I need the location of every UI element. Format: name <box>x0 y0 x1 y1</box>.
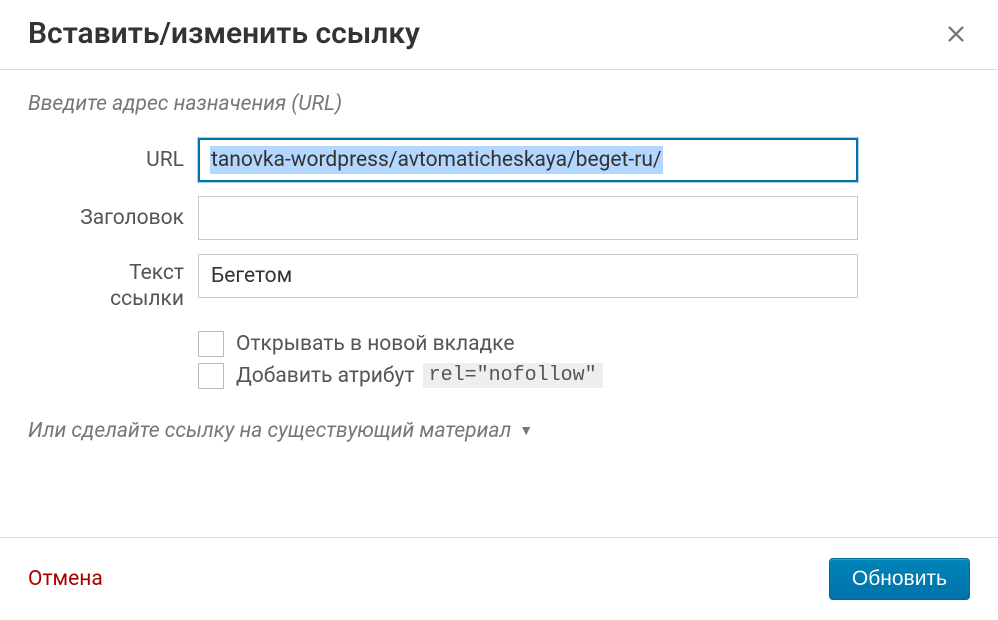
url-label: URL <box>28 147 198 173</box>
nofollow-label[interactable]: Добавить атрибут rel="nofollow" <box>236 363 603 388</box>
existing-content-toggle[interactable]: Или сделайте ссылку на существующий мате… <box>28 419 970 443</box>
nofollow-label-text: Добавить атрибут <box>236 364 415 388</box>
link-text-input[interactable] <box>198 254 858 298</box>
close-button[interactable] <box>942 20 970 48</box>
title-input[interactable] <box>198 196 858 240</box>
insert-link-dialog: Вставить/изменить ссылку Введите адрес н… <box>0 0 998 620</box>
checkbox-area: Открывать в новой вкладке Добавить атриб… <box>28 331 970 389</box>
section-label: Введите адрес назначения (URL) <box>28 92 970 116</box>
nofollow-code: rel="nofollow" <box>423 363 603 388</box>
close-icon <box>945 23 967 45</box>
chevron-down-icon: ▼ <box>519 422 533 439</box>
checkbox-row-nofollow: Добавить атрибут rel="nofollow" <box>198 363 970 389</box>
url-input-wrapper: tanovka-wordpress/avtomaticheskaya/beget… <box>198 138 858 182</box>
dialog-title: Вставить/изменить ссылку <box>28 16 420 51</box>
submit-button[interactable]: Обновить <box>829 558 970 600</box>
dialog-footer: Отмена Обновить <box>0 537 998 620</box>
checkbox-row-new-tab: Открывать в новой вкладке <box>198 331 970 357</box>
cancel-button[interactable]: Отмена <box>28 567 103 591</box>
link-text-label-l1: Текст <box>129 261 184 285</box>
url-input[interactable] <box>198 138 858 182</box>
nofollow-checkbox[interactable] <box>198 363 224 389</box>
link-text-label: Текст ссылки <box>28 254 198 313</box>
title-label: Заголовок <box>28 205 198 231</box>
new-tab-label[interactable]: Открывать в новой вкладке <box>236 332 515 356</box>
link-text-label-l2: ссылки <box>110 287 184 311</box>
new-tab-checkbox[interactable] <box>198 331 224 357</box>
dialog-header: Вставить/изменить ссылку <box>0 0 998 70</box>
form-row-link-text: Текст ссылки <box>28 254 970 313</box>
form-row-url: URL tanovka-wordpress/avtomaticheskaya/b… <box>28 138 970 182</box>
dialog-body: Введите адрес назначения (URL) URL tanov… <box>0 70 998 509</box>
form-row-title: Заголовок <box>28 196 970 240</box>
existing-content-label: Или сделайте ссылку на существующий мате… <box>28 419 511 443</box>
